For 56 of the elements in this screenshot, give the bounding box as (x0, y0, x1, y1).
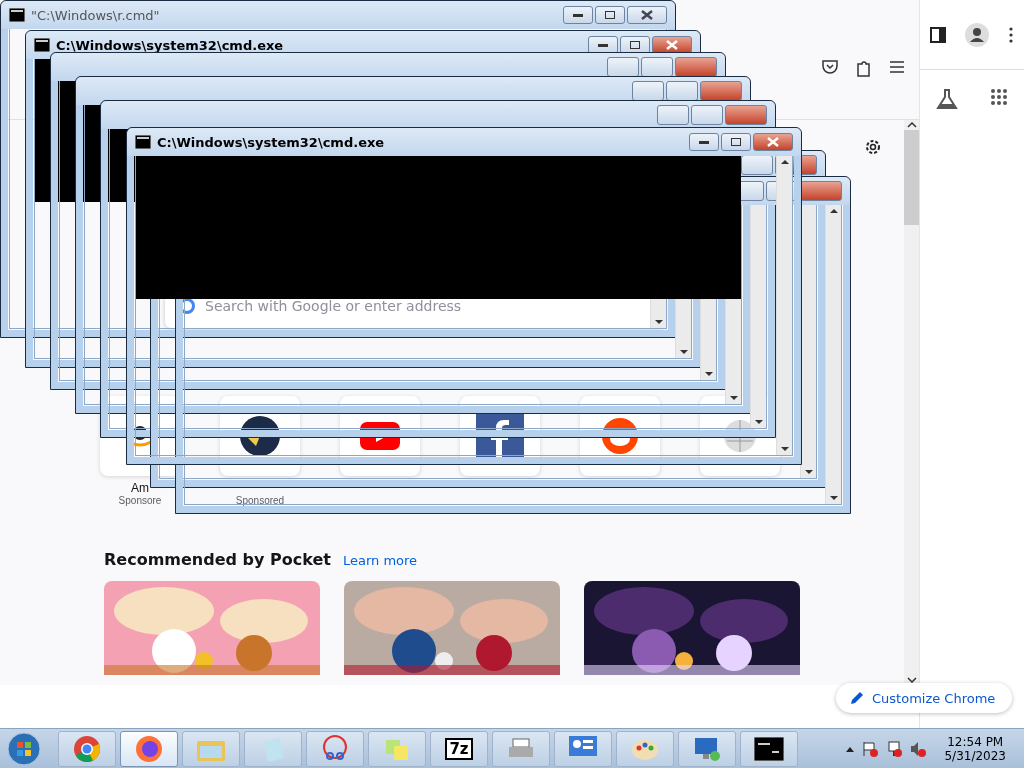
menu-icon[interactable] (889, 58, 906, 76)
maximize-icon (605, 11, 615, 19)
minimize-icon (598, 43, 608, 47)
pocket-icon[interactable] (821, 58, 840, 76)
learn-more-link[interactable]: Learn more (342, 553, 418, 568)
scrollbar-thumb[interactable] (904, 130, 920, 225)
minimize-icon (573, 13, 583, 17)
minimize-button[interactable] (689, 133, 719, 151)
window-title: C:\Windows\system32\cmd.exe (56, 37, 284, 53)
flag-icon[interactable] (862, 740, 879, 757)
settings-icon[interactable] (864, 138, 883, 156)
maximize-icon (731, 138, 741, 146)
customize-button[interactable]: Customize Chrome (836, 683, 1012, 713)
maximize-icon (630, 41, 640, 49)
alien-icon (602, 418, 638, 454)
start-button[interactable] (4, 730, 44, 767)
close-icon (666, 40, 678, 50)
chevron-down-icon[interactable] (906, 677, 917, 683)
console-icon (34, 38, 50, 52)
minimize-icon (699, 140, 709, 144)
clock-time: 12:54 PM (947, 734, 1004, 749)
more-icon[interactable] (1008, 26, 1015, 43)
taskbar-button[interactable]: 7z (430, 730, 488, 767)
clock-date: 5/31/2023 (944, 748, 1006, 763)
close-icon (641, 10, 653, 20)
plane-icon (240, 416, 280, 456)
maximize-button[interactable] (595, 6, 625, 24)
tile-title: Am (131, 482, 149, 495)
console-icon (135, 135, 151, 149)
speaker-icon[interactable] (910, 740, 927, 757)
network-icon[interactable] (886, 740, 903, 757)
window-title: C:\Windows\system32\cmd.exe (157, 134, 385, 150)
scissors-icon (321, 734, 349, 763)
scrollbar[interactable] (904, 120, 920, 685)
terminal-icon (754, 736, 784, 761)
minimize-button[interactable] (563, 6, 593, 24)
monitor-icon (693, 735, 721, 762)
caret-icon[interactable] (846, 745, 855, 752)
chevron-up-icon[interactable] (906, 122, 917, 128)
taskbar-button[interactable] (740, 730, 798, 767)
close-icon (767, 137, 779, 147)
maximize-button[interactable] (721, 133, 751, 151)
console-icon (9, 8, 25, 22)
sponsored-label: Sponsore (118, 495, 162, 506)
sponsored-label: Sponsored (235, 495, 285, 506)
firefox-icon (135, 734, 163, 763)
pencil-icon (850, 691, 864, 705)
chrome-icon (73, 734, 101, 763)
side-panel-icon[interactable] (929, 26, 946, 43)
profile-icon[interactable] (965, 22, 990, 47)
window-title: "C:\Windows\r.cmd" (31, 7, 160, 23)
section-heading: Recommended by Pocket (104, 550, 331, 569)
globe-icon (723, 419, 757, 453)
close-button[interactable] (627, 6, 667, 24)
apps-grid-icon[interactable] (990, 88, 1008, 106)
flask-icon[interactable] (936, 88, 959, 110)
